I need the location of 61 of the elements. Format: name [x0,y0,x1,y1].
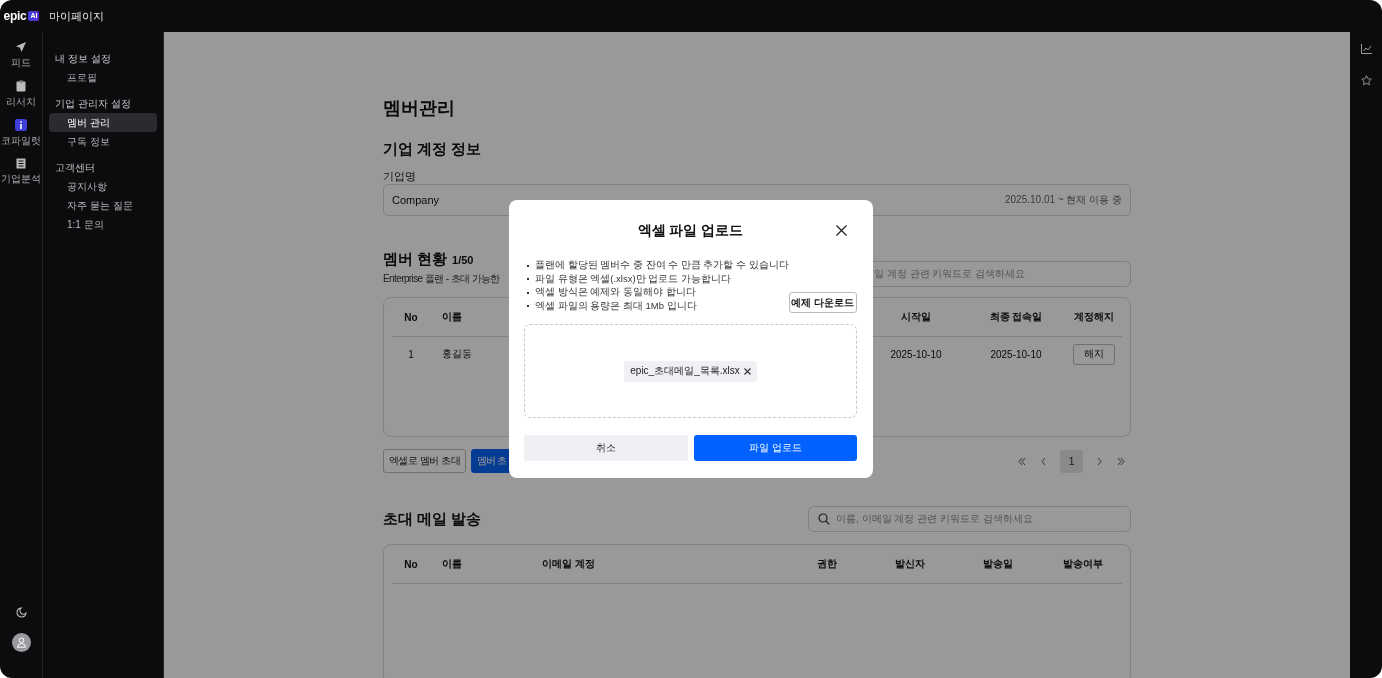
sidebar-item[interactable]: 구독 정보 [49,132,157,151]
note-text: 엑셀 방식은 예제와 동일해야 합니다 [535,286,696,300]
sidebar-item[interactable]: 자주 묻는 질문 [49,196,157,215]
table-cell-text: 2025-10-10 [889,348,943,360]
sidebar-item[interactable]: 프로필 [49,68,157,87]
column-header: 발송여부 [1061,557,1104,571]
nav-item[interactable]: 리서치 [1,80,41,107]
building-icon [16,158,26,169]
table-cell-text: 홍길동 [441,347,473,361]
table-cell-text: 1 [407,348,415,360]
excel-invite-button[interactable]: 엑셀로 멤버 초대 [383,449,466,473]
column-header: 권한 [816,557,838,571]
column-header: 시작일 [900,310,932,324]
column-header: No [403,311,419,323]
section-heading: 기업 계정 정보 [383,140,483,159]
section-heading: 초대 메일 발송 [383,510,482,529]
plan-note: Enterprise 플랜 - 초대 가능한 [383,272,500,286]
page-heading: 멤버관리 [383,97,456,120]
paper-plane-icon [15,41,27,53]
column-header: 발송일 [982,557,1014,571]
column-header: 이메일 계정 [541,557,596,571]
search-icon [818,513,830,525]
nav-item[interactable]: 피드 [1,41,41,68]
sidebar-heading: 고객센터 [54,161,96,175]
note-text: 파일 유형은 엑셀(.xlsx)만 업로드 가능합니다 [535,272,731,286]
sidebar-item[interactable]: 멤버 관리 [49,113,157,132]
moon-icon[interactable] [15,607,27,618]
column-header: 계정해지 [1073,310,1115,324]
column-header: 이름 [441,310,463,324]
sidebar-heading: 내 정보 설정 [54,52,112,66]
table-cell-text: 2025-10-10 [989,348,1043,360]
column-header: 최종 접속일 [988,310,1044,324]
column-header: 이름 [441,557,463,571]
page-button[interactable]: 1 [1060,449,1083,473]
remove-file-icon[interactable] [743,367,751,375]
star-icon[interactable] [1360,75,1372,86]
close-icon[interactable] [836,225,847,236]
nav-item[interactable]: 코파일럿 [1,119,41,146]
column-header: No [403,558,419,570]
sidebar-item[interactable]: 공지사항 [49,177,157,196]
sidebar-item[interactable]: 1:1 문의 [49,215,157,234]
example-download-button[interactable]: 예제 다운로드 [788,292,857,313]
note-text: 엑셀 파일의 용량은 최대 1Mb 입니다 [535,299,697,313]
cancel-account-button[interactable]: 해지 [1073,343,1115,365]
column-header: 발신자 [894,557,926,571]
clipboard-icon [16,80,26,92]
sidebar-heading: 기업 관리자 설정 [54,97,132,111]
nav-item[interactable]: 기업분석 [1,158,41,185]
chart-icon[interactable] [1360,44,1372,54]
note-text: 플랜에 할당된 멤버수 중 잔여 수 만큼 추가할 수 있습니다 [535,259,789,273]
field-label: 기업명 [383,169,417,184]
upload-button[interactable]: 파일 업로드 [693,435,857,461]
logo: epic [3,9,27,23]
info-square-icon [15,119,27,131]
modal-title: 엑셀 파일 업로드 [637,222,744,240]
avatar-icon[interactable] [11,633,31,652]
cancel-button[interactable]: 취소 [524,435,688,461]
file-name: epic_초대메일_목록.xlsx [630,364,740,378]
section-heading: 멤버 현황 1/50 [383,250,475,269]
file-drop-zone[interactable]: epic_초대메일_목록.xlsx [524,324,857,418]
page-title: 마이페이지 [49,8,104,24]
